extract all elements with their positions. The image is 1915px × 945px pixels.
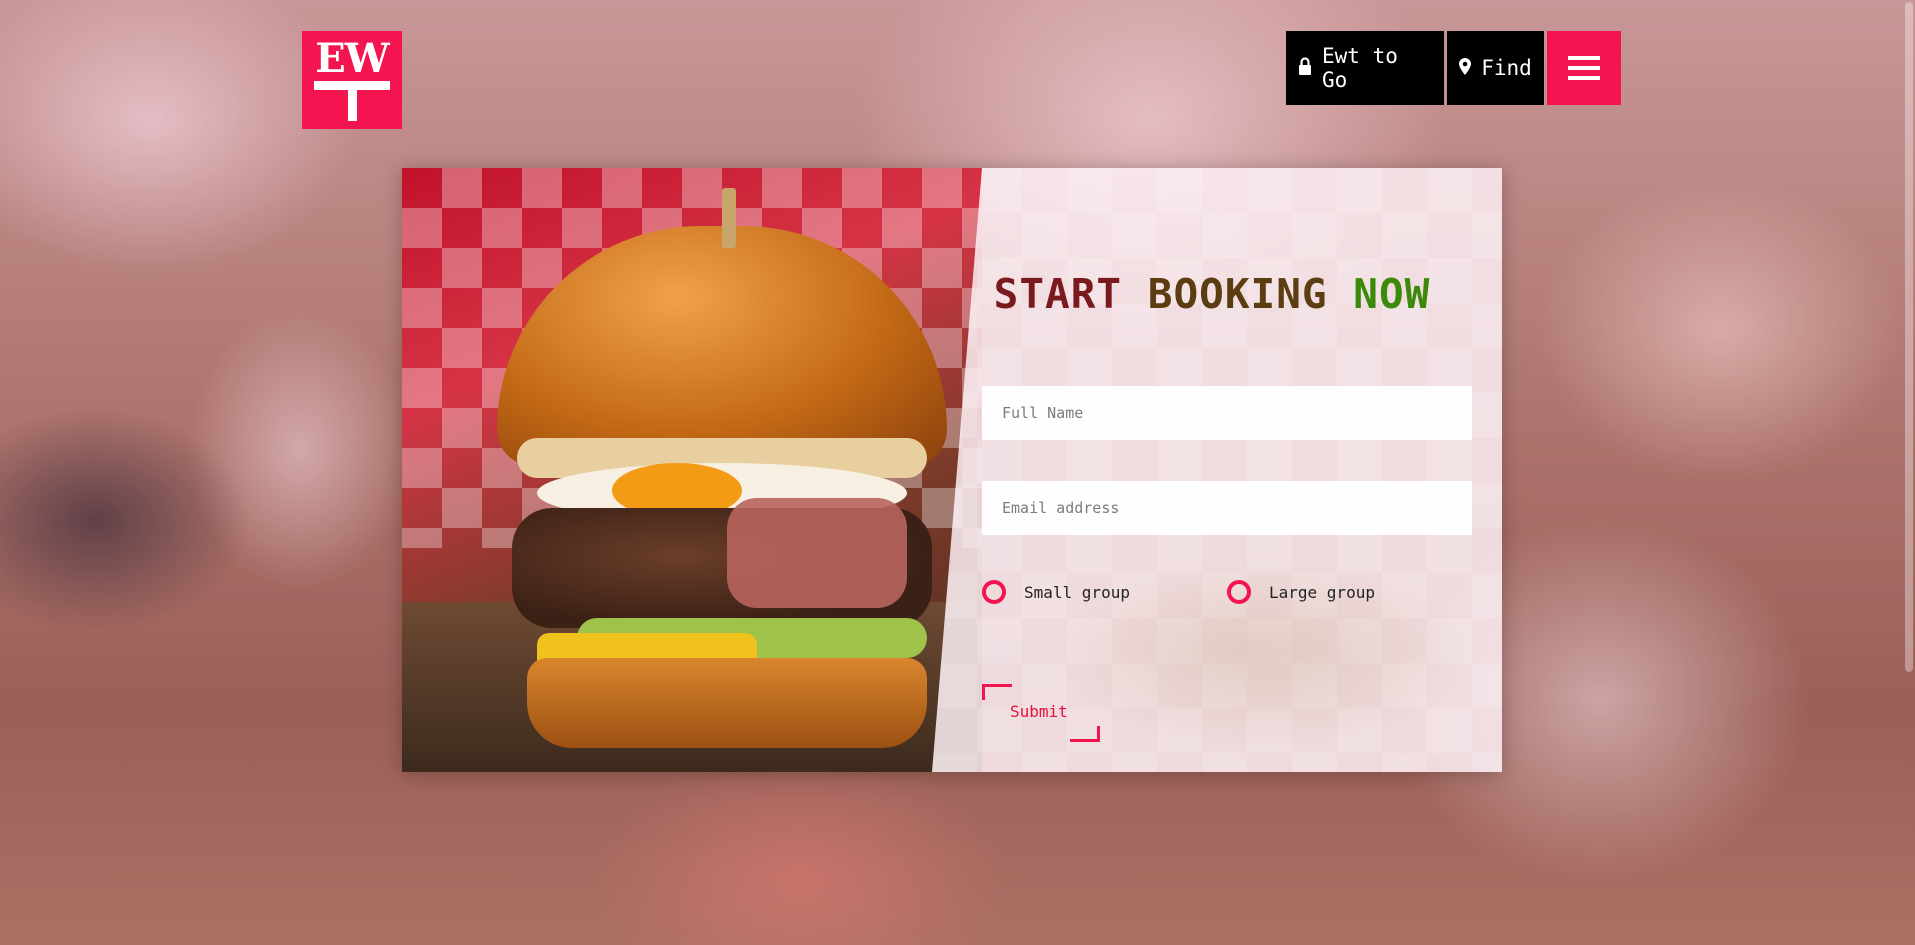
booking-title: START BOOKING NOW bbox=[402, 270, 1502, 318]
full-name-input[interactable] bbox=[982, 386, 1472, 440]
small-group-label: Small group bbox=[1024, 582, 1130, 602]
booking-card: START BOOKING NOW Small group Large grou… bbox=[402, 168, 1502, 772]
hamburger-menu-icon bbox=[1568, 56, 1600, 80]
radio-circle-icon[interactable] bbox=[982, 580, 1006, 604]
small-group-radio[interactable]: Small group bbox=[982, 580, 1227, 604]
title-word-now: NOW bbox=[1353, 270, 1431, 318]
title-word-start: START bbox=[993, 270, 1123, 318]
ewt-to-go-button[interactable]: Ewt to Go bbox=[1286, 31, 1444, 105]
logo-t-stem bbox=[348, 81, 357, 121]
booking-form-panel bbox=[932, 168, 1502, 772]
large-group-label: Large group bbox=[1269, 582, 1375, 602]
logo-letters: EW bbox=[315, 35, 389, 82]
submit-label: Submit bbox=[1010, 702, 1068, 721]
title-word-booking: BOOKING bbox=[1147, 270, 1328, 318]
find-button[interactable]: Find bbox=[1447, 31, 1544, 105]
email-input[interactable] bbox=[982, 481, 1472, 535]
top-nav: Ewt to Go Find bbox=[1286, 31, 1621, 105]
submit-button[interactable]: Submit bbox=[982, 684, 1100, 742]
scrollbar-thumb[interactable] bbox=[1905, 2, 1913, 672]
map-pin-icon bbox=[1459, 56, 1472, 80]
corner-bracket-decoration bbox=[1070, 726, 1100, 742]
brand-logo[interactable]: EW bbox=[302, 31, 402, 129]
page-scrollbar[interactable] bbox=[1903, 0, 1915, 945]
menu-button[interactable] bbox=[1547, 31, 1621, 105]
corner-bracket-decoration bbox=[982, 684, 1012, 700]
ewt-to-go-label: Ewt to Go bbox=[1322, 44, 1398, 92]
radio-circle-icon[interactable] bbox=[1227, 580, 1251, 604]
find-label: Find bbox=[1481, 56, 1532, 80]
lock-icon bbox=[1298, 56, 1312, 80]
burger-photo bbox=[402, 168, 982, 772]
group-size-options: Small group Large group bbox=[982, 580, 1472, 604]
large-group-radio[interactable]: Large group bbox=[1227, 580, 1472, 604]
